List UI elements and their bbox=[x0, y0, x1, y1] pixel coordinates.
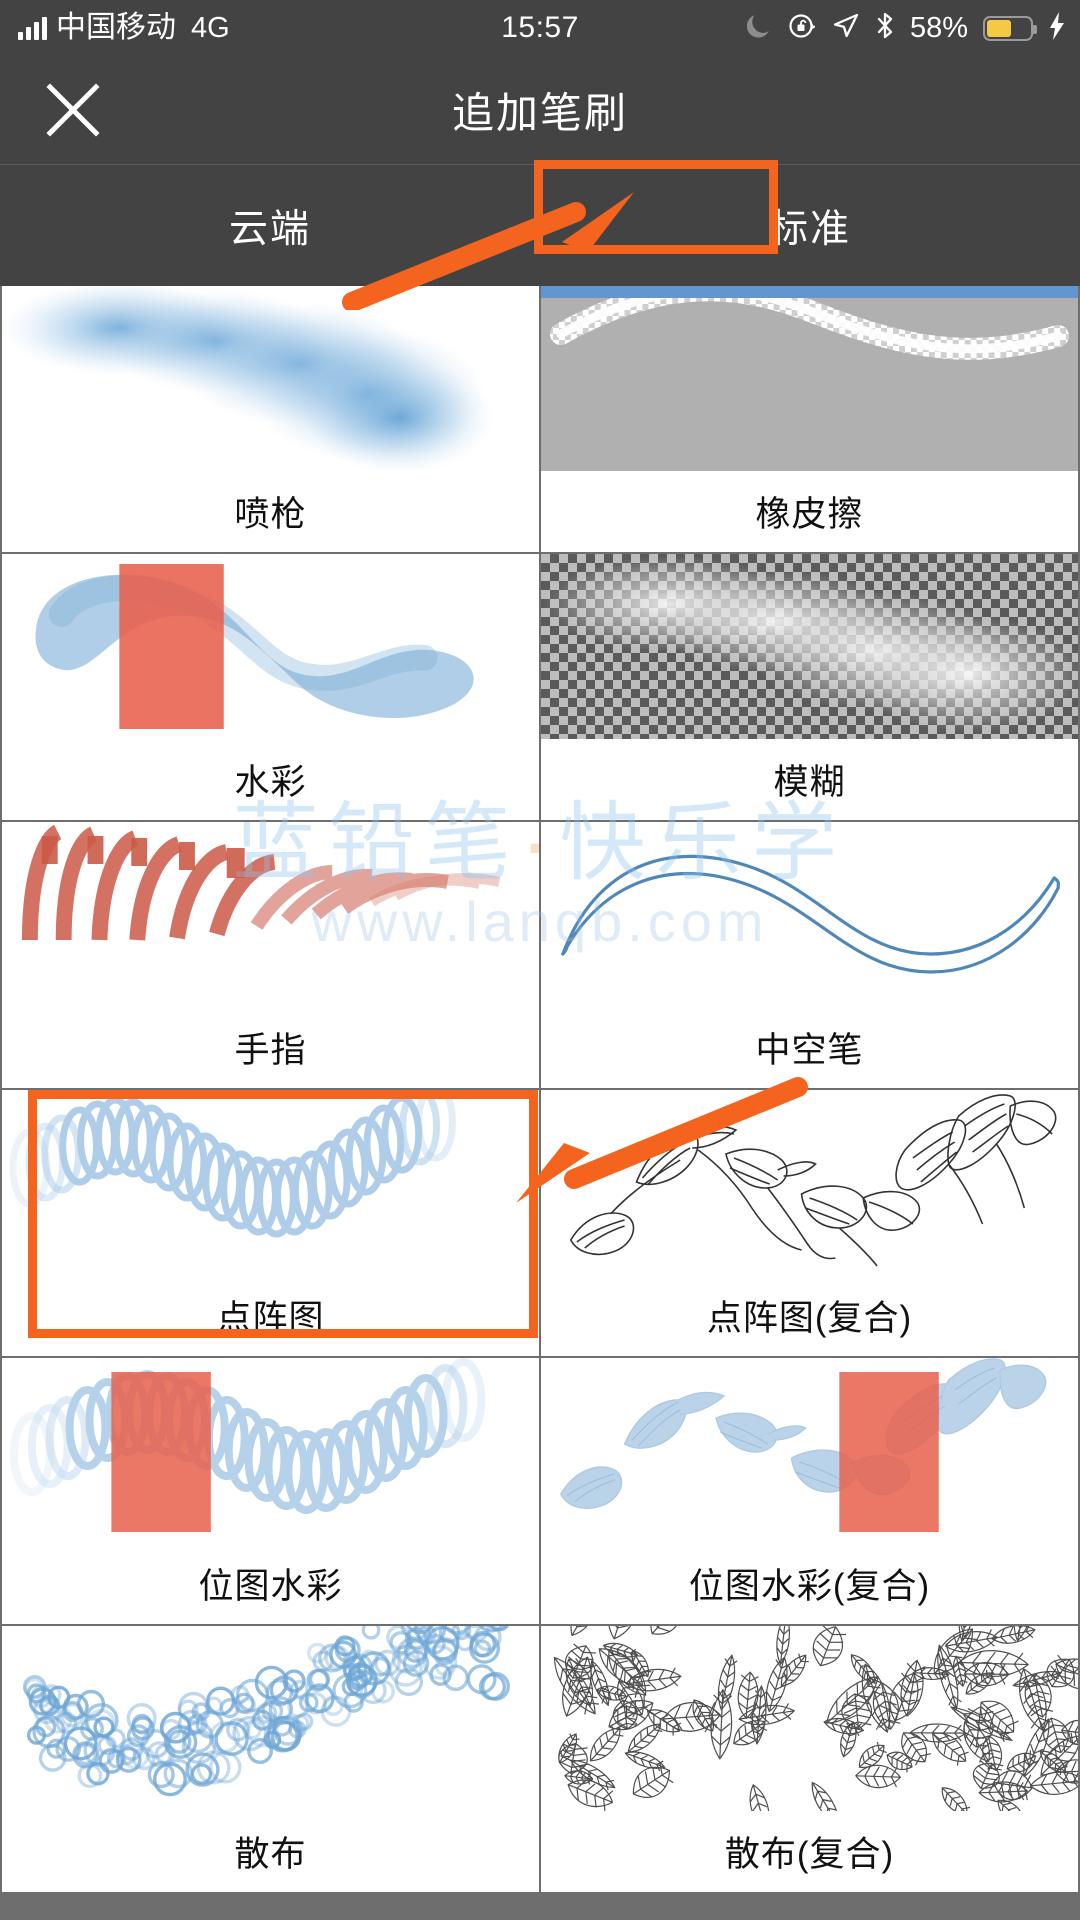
brush-picker-screen: 中国移动 4G 15:57 58% 追加笔刷 云端 标准 喷枪 橡皮擦 水彩 模… bbox=[0, 0, 1080, 1920]
brush-grid[interactable]: 喷枪 橡皮擦 水彩 模糊 手指 中空笔 点阵图 点阵图(复合) 位图水彩 位图水… bbox=[0, 286, 1080, 1920]
brush-label: 点阵图 bbox=[216, 1299, 325, 1338]
brush-label: 橡皮擦 bbox=[755, 495, 864, 534]
brush-thumb-blur bbox=[541, 554, 1078, 739]
charging-bolt-icon bbox=[1048, 11, 1066, 46]
tab-standard[interactable]: 标准 bbox=[540, 165, 1080, 286]
tab-bar: 云端 标准 bbox=[0, 164, 1080, 286]
brush-cell-bitmap[interactable]: 点阵图 bbox=[2, 1090, 539, 1356]
brush-label: 位图水彩 bbox=[198, 1567, 343, 1606]
brush-label: 散布 bbox=[234, 1835, 307, 1874]
brush-cell-bitmap-composite[interactable]: 点阵图(复合) bbox=[541, 1090, 1078, 1356]
page-title: 追加笔刷 bbox=[451, 89, 628, 137]
brush-cell-hollow-pen[interactable]: 中空笔 bbox=[541, 822, 1078, 1088]
tab-cloud[interactable]: 云端 bbox=[0, 165, 540, 286]
brush-label: 位图水彩(复合) bbox=[688, 1567, 931, 1606]
tab-cloud-label: 云端 bbox=[228, 207, 311, 251]
battery-percent-label: 58% bbox=[909, 11, 968, 44]
brush-label: 点阵图(复合) bbox=[706, 1299, 913, 1338]
brush-thumb-bitmap-composite bbox=[541, 1090, 1078, 1275]
brush-cell-airbrush[interactable]: 喷枪 bbox=[2, 286, 539, 552]
brush-thumb-airbrush bbox=[2, 286, 539, 471]
brush-thumb-watercolor bbox=[2, 554, 539, 739]
battery-icon bbox=[983, 15, 1037, 41]
brush-label: 喷枪 bbox=[234, 495, 307, 534]
brush-thumb-smudge bbox=[2, 822, 539, 1007]
moon-icon bbox=[746, 12, 772, 45]
brush-thumb-scatter bbox=[2, 1626, 539, 1811]
status-bar-right: 58% bbox=[746, 0, 1066, 56]
brush-cell-eraser[interactable]: 橡皮擦 bbox=[541, 286, 1078, 552]
brush-thumb-hollow-pen bbox=[541, 822, 1078, 1007]
brush-cell-blur[interactable]: 模糊 bbox=[541, 554, 1078, 820]
brush-cell-smudge[interactable]: 手指 bbox=[2, 822, 539, 1088]
brush-cell-watercolor[interactable]: 水彩 bbox=[2, 554, 539, 820]
brush-thumb-eraser bbox=[541, 286, 1078, 471]
brush-label: 散布(复合) bbox=[724, 1835, 895, 1874]
brush-thumb-bitmap bbox=[2, 1090, 539, 1275]
brush-cell-scatter[interactable]: 散布 bbox=[2, 1626, 539, 1892]
bluetooth-icon bbox=[875, 11, 895, 46]
brush-label: 手指 bbox=[234, 1031, 307, 1070]
rotation-lock-icon bbox=[787, 11, 817, 46]
brush-cell-bitmap-watercolor-composite[interactable]: 位图水彩(复合) bbox=[541, 1358, 1078, 1624]
selection-indicator bbox=[541, 286, 1078, 298]
brush-thumb-bitmap-watercolor bbox=[2, 1358, 539, 1543]
brush-label: 模糊 bbox=[773, 763, 846, 802]
brush-label: 中空笔 bbox=[755, 1031, 864, 1070]
location-arrow-icon bbox=[832, 12, 860, 45]
brush-thumb-bitmap-watercolor-composite bbox=[541, 1358, 1078, 1543]
brush-thumb-scatter-composite bbox=[541, 1626, 1078, 1811]
brush-label: 水彩 bbox=[234, 763, 307, 802]
nav-bar: 追加笔刷 bbox=[0, 56, 1080, 164]
brush-cell-bitmap-watercolor[interactable]: 位图水彩 bbox=[2, 1358, 539, 1624]
brush-cell-scatter-composite[interactable]: 散布(复合) bbox=[541, 1626, 1078, 1892]
clock-label: 15:57 bbox=[501, 11, 579, 44]
status-bar: 中国移动 4G 15:57 58% bbox=[0, 0, 1080, 56]
tab-standard-label: 标准 bbox=[768, 207, 851, 251]
